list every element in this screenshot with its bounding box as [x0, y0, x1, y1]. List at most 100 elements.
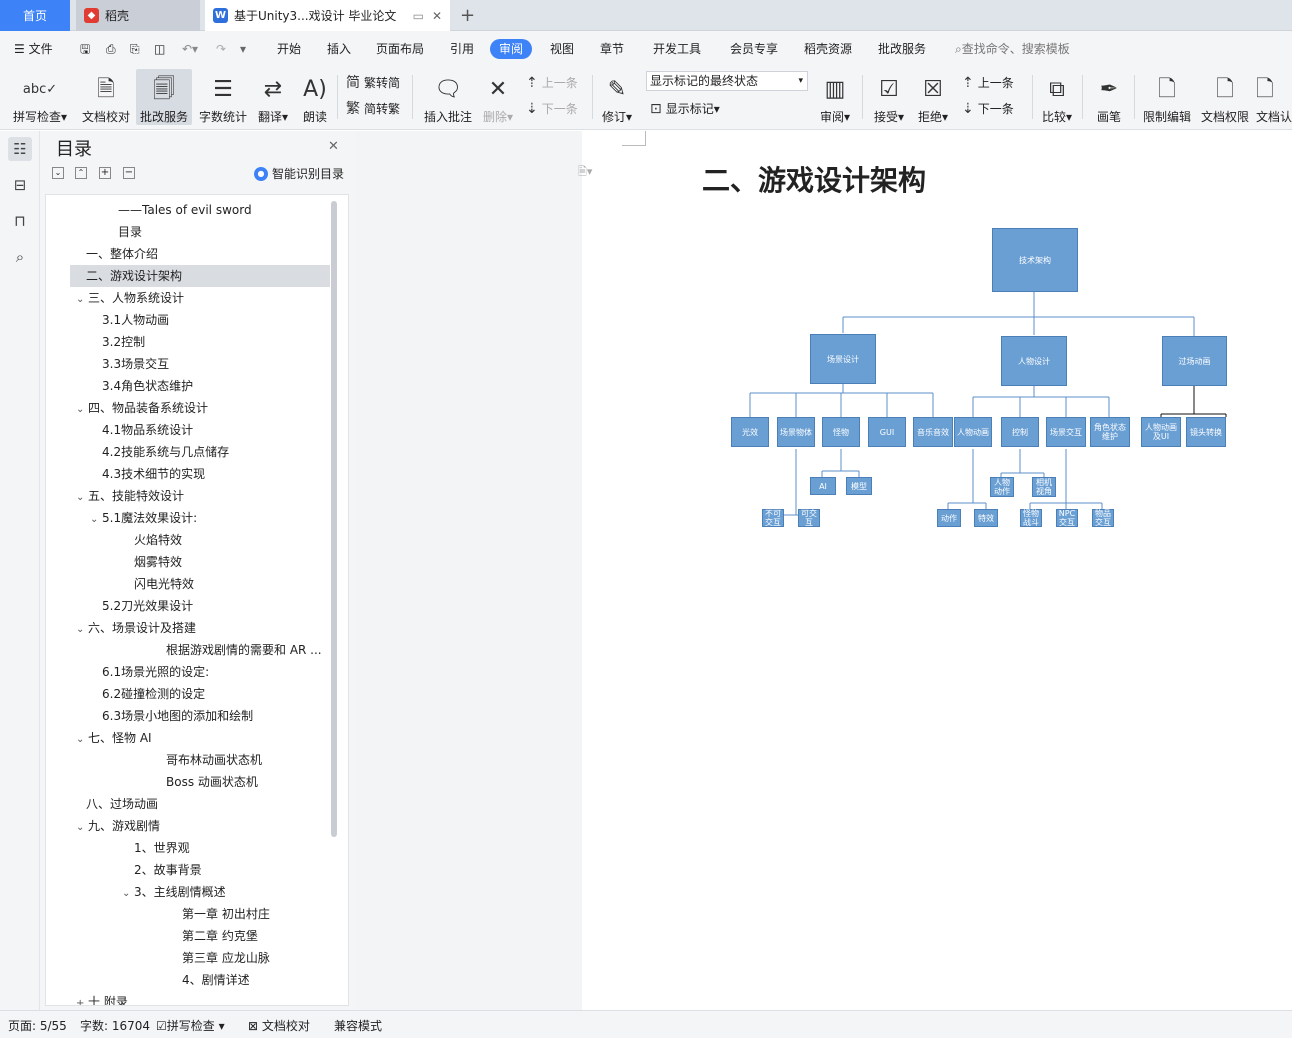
collapse-chevron-icon[interactable]: ⌄: [76, 729, 88, 749]
spell-check-button[interactable]: abc✓ 拼写检查▾: [8, 69, 72, 125]
expand-toc-icon[interactable]: ⌄: [52, 167, 64, 179]
toc-item[interactable]: 4.2技能系统与几点储存: [102, 441, 229, 463]
tab-daoke[interactable]: ◆ 稻壳: [76, 0, 200, 31]
toc-item[interactable]: 第二章 约克堡: [182, 925, 258, 947]
toc-item[interactable]: 3.2控制: [102, 331, 145, 353]
simp-to-trad-button[interactable]: 繁简转繁: [346, 98, 400, 120]
toc-item[interactable]: 烟雾特效: [134, 551, 182, 573]
next-comment-button[interactable]: ⇣ 下一条: [526, 98, 578, 120]
collapse-chevron-icon[interactable]: ⌄: [122, 883, 134, 903]
proofread-status[interactable]: ⊠ 文档校对: [248, 1017, 310, 1034]
toc-item[interactable]: 八、过场动画: [86, 793, 158, 815]
toc-item[interactable]: Boss 动画状态机: [166, 771, 258, 793]
collapse-chevron-icon[interactable]: ⌄: [76, 487, 88, 507]
toc-item[interactable]: 6.3场景小地图的添加和绘制: [102, 705, 253, 727]
menu-chapter[interactable]: 章节: [598, 39, 626, 59]
toc-item[interactable]: 4、剧情详述: [182, 969, 250, 991]
menu-daoke-resources[interactable]: 稻壳资源: [802, 39, 854, 59]
restrict-editing-button[interactable]: 🗋 限制编辑: [1140, 69, 1194, 125]
remove-heading-icon[interactable]: −: [123, 167, 135, 179]
toc-item[interactable]: 3.3场景交互: [102, 353, 169, 375]
toc-item[interactable]: ⌄ 3、主线剧情概述: [122, 881, 226, 903]
chapter-nav-icon[interactable]: ⊟: [8, 173, 32, 197]
page-indicator[interactable]: 页面: 5/55: [8, 1017, 67, 1034]
new-tab-button[interactable]: +: [460, 0, 480, 31]
toc-item[interactable]: ⌄ 四、物品装备系统设计: [76, 397, 208, 419]
toc-item[interactable]: ⌄ 5.1魔法效果设计:: [90, 507, 197, 529]
preview-icon[interactable]: ◫: [152, 39, 167, 59]
toc-item[interactable]: 第一章 初出村庄: [182, 903, 270, 925]
review-pane-button[interactable]: ▥ 审阅▾: [816, 69, 854, 125]
collapse-chevron-icon[interactable]: ⌄: [76, 399, 88, 419]
document-page[interactable]: 🗎▾ 二、游戏设计架构 技术架构 场景设计 人物设计 过场动画 光效 场景物体 怪物 GUI 音…: [578, 131, 1292, 1010]
word-count-indicator[interactable]: 字数: 16704: [80, 1017, 150, 1034]
window-icon[interactable]: ▭: [413, 9, 424, 23]
bookmark-icon[interactable]: ⊓: [8, 209, 32, 233]
toc-item-selected[interactable]: 二、游戏设计架构: [86, 265, 182, 287]
word-count-button[interactable]: ☰ 字数统计: [196, 69, 250, 125]
add-heading-icon[interactable]: +: [99, 167, 111, 179]
toc-item[interactable]: 一、整体介绍: [86, 243, 158, 265]
markup-display-select[interactable]: 显示标记的最终状态 ▾: [646, 71, 808, 91]
prev-change-button[interactable]: ⇡ 上一条: [962, 72, 1014, 94]
close-pane-icon[interactable]: ✕: [328, 139, 339, 154]
toc-item[interactable]: 1、世界观: [134, 837, 190, 859]
next-change-button[interactable]: ⇣ 下一条: [962, 98, 1014, 120]
toc-item[interactable]: ——Tales of evil sword: [118, 199, 252, 221]
tab-document[interactable]: W 基于Unity3...戏设计 毕业论文 ▭ ✕: [205, 0, 450, 31]
toc-item[interactable]: 4.1物品系统设计: [102, 419, 193, 441]
export-icon[interactable]: ⎙: [104, 39, 118, 59]
toc-item[interactable]: ⌄ 三、人物系统设计: [76, 287, 184, 309]
file-menu[interactable]: ☰ 文件: [12, 39, 55, 59]
collapse-chevron-icon[interactable]: ⌄: [76, 817, 88, 837]
prev-comment-button[interactable]: ⇡ 上一条: [526, 72, 578, 94]
toc-item[interactable]: ⌄ 五、技能特效设计: [76, 485, 184, 507]
tab-home[interactable]: 首页: [0, 0, 70, 31]
toc-item[interactable]: 6.2碰撞检测的设定: [102, 683, 205, 705]
toc-item[interactable]: 哥布林动画状态机: [166, 749, 262, 771]
menu-layout[interactable]: 页面布局: [374, 39, 426, 59]
compare-button[interactable]: ⧉ 比较▾: [1038, 69, 1076, 125]
pen-button[interactable]: ✒ 画笔: [1090, 69, 1128, 125]
track-changes-button[interactable]: ✎ 修订▾: [598, 69, 636, 125]
toc-item[interactable]: 目录: [118, 221, 142, 243]
read-aloud-button[interactable]: A) 朗读: [298, 69, 332, 125]
delete-comment-button[interactable]: ✕ 删除▾: [480, 69, 516, 125]
menu-devtools[interactable]: 开发工具: [651, 39, 703, 59]
toc-item[interactable]: 闪电光特效: [134, 573, 194, 595]
reject-button[interactable]: ☒ 拒绝▾: [914, 69, 952, 125]
menu-view[interactable]: 视图: [548, 39, 576, 59]
menu-review[interactable]: 审阅: [490, 39, 533, 59]
show-markup-button[interactable]: ⊡ 显示标记 ▾: [650, 98, 720, 120]
collapse-chevron-icon[interactable]: ⌄: [76, 619, 88, 639]
collapse-chevron-icon[interactable]: ⌄: [90, 509, 102, 529]
translate-button[interactable]: ⇄ 翻译▾: [254, 69, 292, 125]
collapse-toc-icon[interactable]: ⌃: [75, 167, 87, 179]
save-icon[interactable]: 🖫: [78, 39, 92, 59]
toc-item[interactable]: 6.1场景光照的设定:: [102, 661, 209, 683]
toc-item[interactable]: 2、故事背景: [134, 859, 202, 881]
batch-correction-button[interactable]: 🗐 批改服务: [136, 69, 192, 125]
collapse-chevron-icon[interactable]: ⌄: [76, 289, 88, 309]
toc-item[interactable]: 根据游戏剧情的需要和 AR ...: [166, 639, 322, 661]
print-icon[interactable]: ⎘: [128, 39, 142, 59]
trad-to-simp-button[interactable]: 简繁转简: [346, 72, 400, 94]
toc-item[interactable]: 5.2刀光效果设计: [102, 595, 193, 617]
toc-item[interactable]: 火焰特效: [134, 529, 182, 551]
undo-icon[interactable]: ↶▾: [180, 39, 200, 59]
more-icon[interactable]: ▾: [238, 39, 248, 59]
accept-button[interactable]: ☑ 接受▾: [870, 69, 908, 125]
toc-scrollbar[interactable]: [331, 201, 337, 837]
toc-item[interactable]: 4.3技术细节的实现: [102, 463, 205, 485]
doc-cert-button[interactable]: 🗋 文档认: [1256, 69, 1292, 125]
command-search[interactable]: ⌕查找命令、搜索模板: [953, 39, 1072, 59]
menu-insert[interactable]: 插入: [325, 39, 353, 59]
spell-check-status[interactable]: ☑拼写检查 ▾: [156, 1017, 225, 1034]
smart-toc-button[interactable]: ● 智能识别目录: [254, 165, 344, 182]
menu-reference[interactable]: 引用: [448, 39, 476, 59]
toc-item[interactable]: ⌄ 六、场景设计及搭建: [76, 617, 196, 639]
expand-icon[interactable]: +: [76, 993, 88, 1005]
menu-member[interactable]: 会员专享: [728, 39, 780, 59]
toc-item[interactable]: 第三章 应龙山脉: [182, 947, 270, 969]
toc-item[interactable]: + 十 附录: [76, 991, 128, 1005]
